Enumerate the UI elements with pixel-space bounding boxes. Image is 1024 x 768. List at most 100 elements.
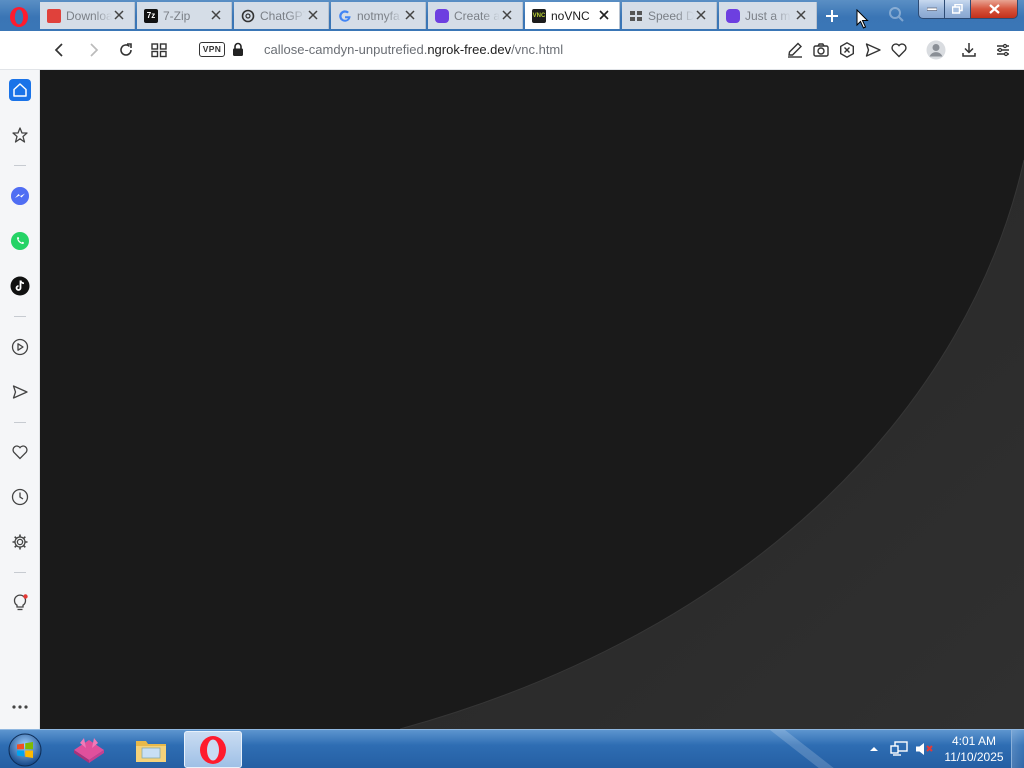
tiktok-icon: [10, 276, 30, 296]
tab-title: noVNC: [551, 8, 590, 23]
player-icon: [11, 338, 29, 356]
sidebar-item-history[interactable]: [9, 486, 31, 508]
windows-taskbar: 4:01 AM 11/10/2025: [0, 729, 1024, 768]
close-icon[interactable]: [112, 8, 126, 22]
restore-icon: [952, 4, 963, 14]
adblock-icon[interactable]: [838, 41, 856, 59]
vnc-desktop-background: [40, 70, 1024, 729]
sidebar-item-home[interactable]: [9, 79, 31, 101]
tab-4[interactable]: notmyfa: [331, 2, 426, 29]
url-field[interactable]: callose-camdyn-unputrefied.ngrok-free.de…: [264, 42, 563, 57]
tab-title: notmyfa: [357, 8, 400, 23]
sidebar-item-favorites[interactable]: [9, 441, 31, 463]
sidebar-item-tiktok[interactable]: [9, 275, 31, 297]
opera-menu-icon[interactable]: [8, 6, 30, 28]
7zip-icon: 7z: [144, 8, 158, 23]
sidebar-item-settings[interactable]: [9, 531, 31, 553]
forward-icon[interactable]: [84, 41, 102, 59]
close-icon[interactable]: [694, 8, 708, 22]
tab-title: Speed D: [648, 8, 694, 23]
app-icon: [726, 8, 740, 23]
sidebar-item-player[interactable]: [9, 336, 31, 358]
send-icon[interactable]: [864, 41, 882, 59]
tab-strip: Downloa 7z 7-Zip ChatGPT notmyfa Create …: [0, 0, 1024, 31]
taskbar-file-explorer[interactable]: [122, 731, 180, 768]
lock-icon[interactable]: [232, 42, 244, 57]
tab-search-icon[interactable]: [888, 6, 904, 22]
sidebar-item-messenger[interactable]: [9, 185, 31, 207]
minimize-button[interactable]: [918, 0, 945, 19]
easy-setup-icon[interactable]: [994, 41, 1012, 59]
heart-icon: [12, 445, 28, 460]
url-domain: ngrok-free.dev: [427, 42, 512, 57]
tab-title: Create a: [454, 8, 500, 23]
opera-icon: [200, 735, 226, 764]
settings-icon: [12, 534, 28, 550]
close-icon[interactable]: [597, 8, 611, 22]
tab-8[interactable]: Just a m: [719, 2, 817, 29]
more-icon: [12, 705, 28, 709]
mouse-cursor-icon: [856, 9, 869, 29]
back-icon[interactable]: [51, 41, 69, 59]
chatgpt-icon: [241, 9, 255, 22]
clock-date: 11/10/2025: [944, 750, 1004, 764]
sidebar-divider: [14, 165, 26, 166]
send-icon: [12, 385, 28, 399]
close-icon[interactable]: [306, 8, 320, 22]
taskbar-opera[interactable]: [184, 731, 242, 768]
url-path: /vnc.html: [511, 42, 564, 57]
bookmarks-icon: [12, 127, 28, 143]
start-button[interactable]: [6, 731, 44, 768]
sidebar-item-bookmarks[interactable]: [9, 124, 31, 146]
history-icon: [11, 488, 29, 506]
close-icon[interactable]: [403, 8, 417, 22]
reload-icon[interactable]: [117, 41, 135, 59]
close-icon[interactable]: [794, 8, 808, 22]
taskbar-app-pinned[interactable]: [60, 731, 118, 768]
restore-button[interactable]: [944, 0, 971, 19]
tray-expand-icon[interactable]: [869, 744, 879, 754]
new-tab-plus-icon[interactable]: [822, 6, 842, 26]
vpn-badge[interactable]: VPN: [199, 42, 225, 57]
tab-title: Downloa: [66, 8, 112, 23]
pdf-icon: [47, 8, 61, 23]
tab-1[interactable]: Downloa: [40, 2, 135, 29]
sidebar: [0, 70, 40, 729]
taskbar-glare: [770, 730, 834, 768]
sidebar-divider: [14, 422, 26, 423]
whatsapp-icon: [11, 232, 29, 250]
sidebar-item-whatsapp[interactable]: [9, 230, 31, 252]
heart-icon[interactable]: [890, 41, 908, 59]
tab-7[interactable]: Speed D: [622, 2, 717, 29]
tab-6-active[interactable]: VNC noVNC: [525, 2, 620, 29]
camera-icon[interactable]: [812, 41, 830, 59]
tab-2[interactable]: 7z 7-Zip: [137, 2, 232, 29]
show-desktop-button[interactable]: [1011, 730, 1024, 768]
google-icon: [339, 9, 351, 22]
address-toolbar: VPN callose-camdyn-unputrefied.ngrok-fre…: [0, 31, 1024, 70]
tab-title: 7-Zip: [163, 8, 191, 23]
sidebar-item-tips[interactable]: [9, 592, 31, 614]
app-icon: [435, 8, 449, 23]
volume-muted-icon[interactable]: [914, 741, 934, 757]
close-icon[interactable]: [209, 8, 223, 22]
clock-time: 4:01 AM: [951, 734, 997, 748]
tab-grid-icon[interactable]: [150, 41, 168, 59]
tab-3[interactable]: ChatGPT: [234, 2, 329, 29]
minimize-icon: [926, 7, 937, 11]
tab-title: ChatGPT: [260, 8, 306, 23]
sidebar-item-more[interactable]: [9, 696, 31, 718]
close-window-button[interactable]: [970, 0, 1018, 19]
edit-icon[interactable]: [786, 41, 804, 59]
network-icon[interactable]: [890, 741, 908, 757]
tab-5[interactable]: Create a: [428, 2, 523, 29]
close-icon[interactable]: [500, 8, 514, 22]
profile-icon[interactable]: [926, 40, 946, 60]
taskbar-clock[interactable]: 4:01 AM 11/10/2025: [936, 733, 1012, 765]
speed-dial-icon: [630, 10, 642, 21]
sidebar-item-send[interactable]: [9, 381, 31, 403]
app-icon: [74, 737, 104, 763]
messenger-icon: [11, 187, 29, 205]
vnc-viewport[interactable]: [40, 70, 1024, 729]
download-icon[interactable]: [960, 41, 978, 59]
